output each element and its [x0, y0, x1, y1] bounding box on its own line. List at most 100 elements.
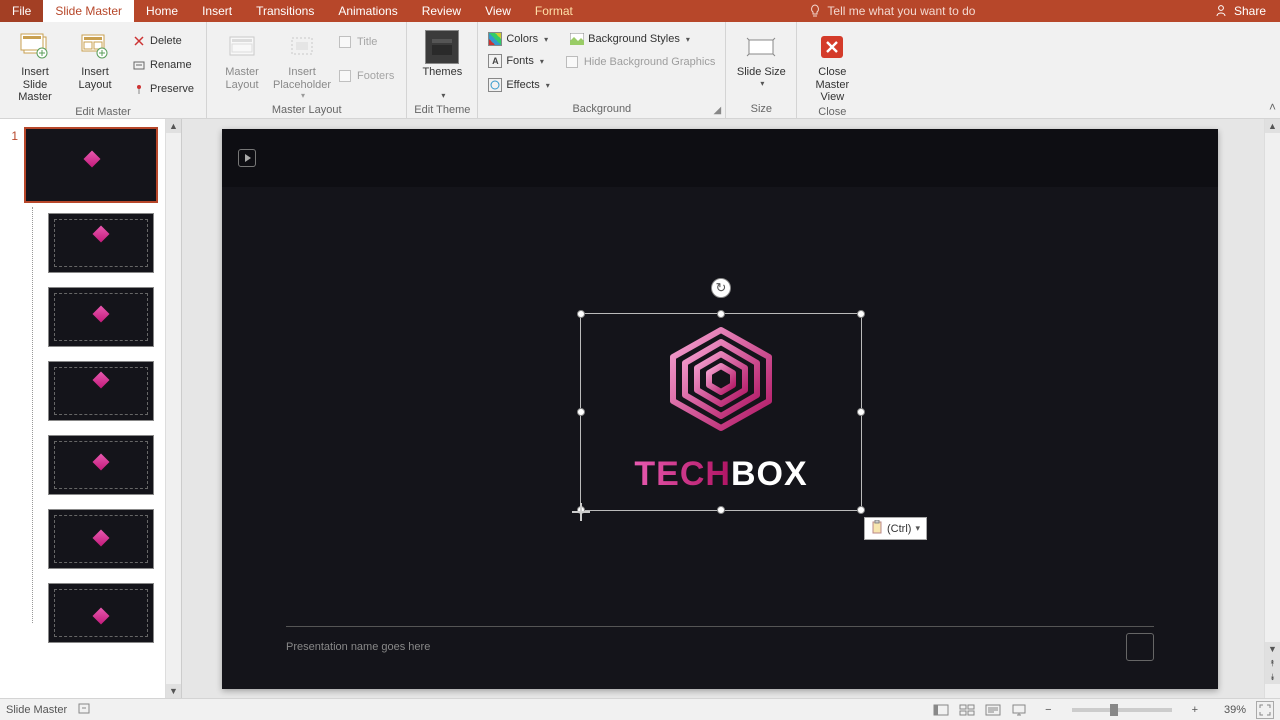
effects-icon — [488, 78, 502, 92]
colors-dropdown[interactable]: Colors▾ — [484, 28, 552, 50]
selected-logo-object[interactable]: TECHBOX — [580, 313, 862, 511]
canvas-scroll-down-icon[interactable]: ▼ — [1265, 642, 1280, 656]
layout-thumbnail-5[interactable] — [48, 509, 154, 569]
footer-placeholder[interactable]: Presentation name goes here — [286, 641, 430, 653]
share-button[interactable]: Share — [1200, 0, 1280, 22]
layout-thumbnail-1[interactable] — [48, 213, 154, 273]
preserve-button[interactable]: Preserve — [128, 78, 198, 100]
zoom-slider[interactable] — [1072, 708, 1172, 712]
slideshow-view-button[interactable] — [1007, 701, 1031, 719]
prev-slide-icon[interactable]: ⯭ — [1265, 656, 1280, 670]
paste-clipboard-icon — [871, 520, 883, 537]
tab-file[interactable]: File — [0, 0, 43, 22]
logo-text-part2: BOX — [731, 455, 808, 493]
scroll-down-icon[interactable]: ▼ — [166, 684, 181, 698]
rotate-handle[interactable] — [711, 278, 731, 298]
themes-button[interactable]: Themes▾ — [413, 28, 471, 102]
rename-button[interactable]: Rename — [128, 54, 198, 76]
close-master-view-button[interactable]: Close Master View — [803, 28, 861, 106]
insert-slide-master-button[interactable]: Insert Slide Master — [6, 28, 64, 106]
normal-view-button[interactable] — [929, 701, 953, 719]
group-size: Slide Size▾ Size — [726, 22, 797, 118]
canvas-scroll-up-icon[interactable]: ▲ — [1265, 119, 1280, 133]
canvas-area: TECHBOX (Ctrl) Presentation name goes he… — [182, 119, 1280, 698]
resize-handle-se[interactable] — [857, 506, 865, 514]
zoom-in-button[interactable]: + — [1188, 704, 1202, 716]
zoom-out-button[interactable]: − — [1041, 704, 1055, 716]
delete-label: Delete — [150, 35, 182, 47]
logo-cube-icon — [663, 326, 779, 432]
resize-handle-ne[interactable] — [857, 310, 865, 318]
tab-home[interactable]: Home — [134, 0, 190, 22]
animation-play-icon[interactable] — [238, 149, 256, 167]
paste-options-label: (Ctrl) — [887, 523, 911, 535]
insert-placeholder-icon — [285, 30, 319, 64]
footers-checkbox-label: Footers — [357, 70, 394, 82]
status-bar: Slide Master − + 39% — [0, 698, 1280, 720]
background-dialog-launcher[interactable]: ◢ — [711, 104, 723, 116]
group-edit-master: Insert Slide Master Insert Layout Delete… — [0, 22, 207, 118]
title-tab-bar: File Slide Master Home Insert Transition… — [0, 0, 1280, 22]
tab-transitions[interactable]: Transitions — [244, 0, 326, 22]
logo-text: TECHBOX — [581, 455, 861, 494]
tell-me-search[interactable]: Tell me what you want to do — [799, 0, 985, 22]
layout-thumbnail-3[interactable] — [48, 361, 154, 421]
preserve-icon — [132, 82, 146, 96]
tab-insert[interactable]: Insert — [190, 0, 244, 22]
layout-thumbnail-4[interactable] — [48, 435, 154, 495]
fonts-dropdown[interactable]: A Fonts▾ — [484, 50, 548, 72]
paste-options-button[interactable]: (Ctrl) — [864, 517, 927, 540]
status-mode: Slide Master — [6, 704, 67, 716]
reading-view-button[interactable] — [981, 701, 1005, 719]
share-icon — [1214, 4, 1228, 18]
insert-layout-button[interactable]: Insert Layout — [66, 28, 124, 93]
hide-background-checkbox: Hide Background Graphics — [562, 50, 719, 74]
fonts-icon: A — [488, 54, 502, 68]
collapse-ribbon-button[interactable]: ˄ — [1269, 100, 1276, 114]
resize-handle-s[interactable] — [717, 506, 725, 514]
group-label-size: Size — [732, 100, 790, 118]
next-slide-icon[interactable]: ⯯ — [1265, 670, 1280, 684]
resize-handle-n[interactable] — [717, 310, 725, 318]
ribbon: Insert Slide Master Insert Layout Delete… — [0, 22, 1280, 119]
master-thumb-index: 1 — [8, 127, 18, 203]
logo-text-part1: TECH — [634, 455, 731, 493]
delete-button[interactable]: Delete — [128, 30, 198, 52]
slide-size-button[interactable]: Slide Size▾ — [732, 28, 790, 90]
layout-thumbnail-2[interactable] — [48, 287, 154, 347]
rename-icon — [132, 58, 146, 72]
canvas-scrollbar[interactable]: ▲ ▼ ⯭ ⯯ — [1264, 119, 1280, 698]
tab-view[interactable]: View — [473, 0, 523, 22]
background-styles-dropdown[interactable]: Background Styles▾ — [566, 28, 694, 50]
close-icon — [815, 30, 849, 64]
master-thumbnail[interactable] — [24, 127, 158, 203]
accessibility-icon[interactable] — [77, 701, 91, 718]
slide-size-label: Slide Size — [737, 66, 786, 79]
tell-me-label: Tell me what you want to do — [827, 4, 975, 18]
tab-slide-master[interactable]: Slide Master — [43, 0, 134, 22]
group-label-edit-theme: Edit Theme — [413, 102, 471, 118]
colors-label: Colors — [506, 33, 538, 45]
zoom-percent[interactable]: 39% — [1212, 704, 1246, 716]
layout-thumbnail-6[interactable] — [48, 583, 154, 643]
effects-dropdown[interactable]: Effects▾ — [484, 74, 553, 96]
title-checkbox: Title — [335, 30, 398, 54]
group-edit-theme: Themes▾ Edit Theme — [407, 22, 478, 118]
title-checkbox-label: Title — [357, 36, 377, 48]
slide-canvas[interactable]: TECHBOX (Ctrl) Presentation name goes he… — [222, 129, 1218, 689]
slide-number-placeholder[interactable] — [1126, 633, 1154, 661]
fit-to-window-button[interactable] — [1256, 701, 1274, 719]
resize-handle-w[interactable] — [577, 408, 585, 416]
thumbnail-scrollbar[interactable]: ▲ ▼ — [165, 119, 181, 698]
tab-animations[interactable]: Animations — [326, 0, 409, 22]
group-master-layout: Master Layout Insert Placeholder▾ Title … — [207, 22, 407, 118]
resize-handle-e[interactable] — [857, 408, 865, 416]
sorter-view-button[interactable] — [955, 701, 979, 719]
scroll-up-icon[interactable]: ▲ — [166, 119, 181, 133]
workspace: 1 ▲ ▼ — [0, 119, 1280, 698]
resize-handle-nw[interactable] — [577, 310, 585, 318]
tab-review[interactable]: Review — [410, 0, 473, 22]
insert-placeholder-label: Insert Placeholder — [273, 66, 331, 91]
master-layout-button: Master Layout — [213, 28, 271, 93]
tab-format[interactable]: Format — [523, 0, 585, 22]
